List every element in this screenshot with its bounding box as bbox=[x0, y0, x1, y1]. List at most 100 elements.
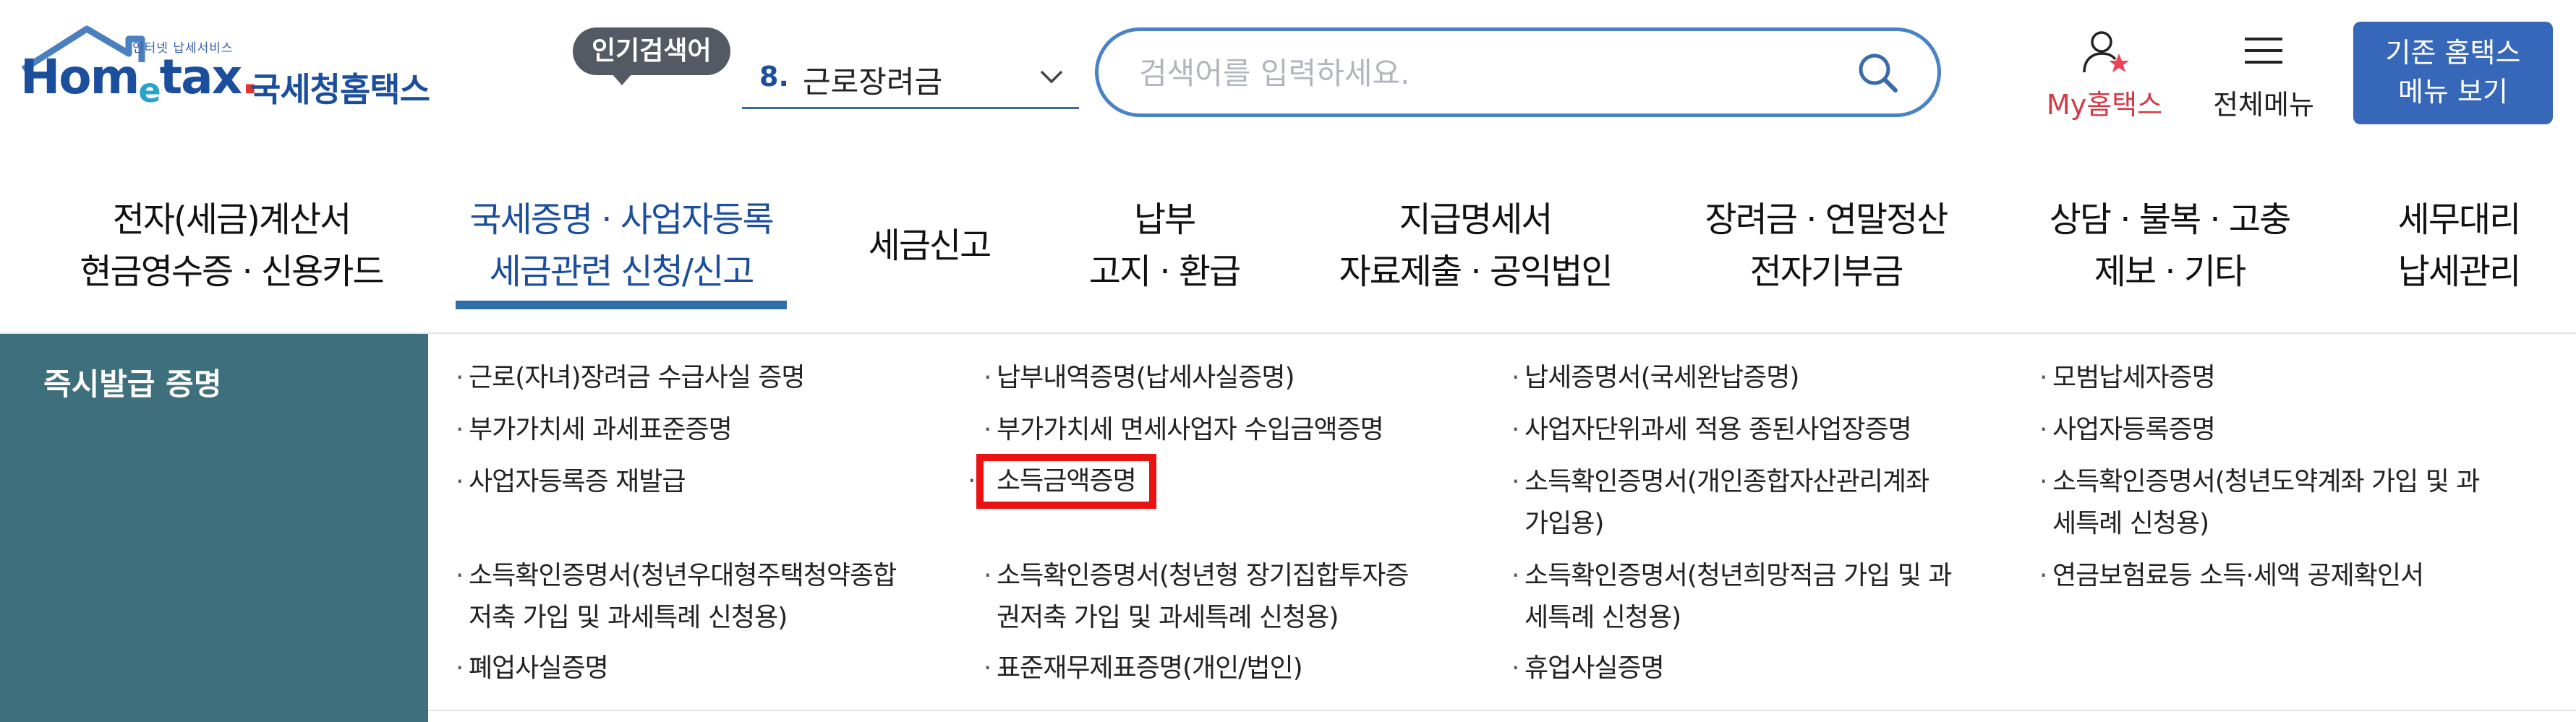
submenu-item-label: 소득확인증명서(청년형 장기집합투자증 권저축 가입 및 과세특례 신청용) bbox=[997, 561, 1409, 632]
logo-wordmark: Hometax. bbox=[20, 49, 259, 110]
popular-search-badge: 인기검색어 bbox=[573, 27, 730, 85]
my-hometax-label: My홈택스 bbox=[2046, 89, 2163, 121]
submenu-item-label: 사업자단위과세 적용 종된사업장증명 bbox=[1524, 415, 1912, 444]
gnb-line2: 제보 · 기타 bbox=[2094, 252, 2246, 292]
gnb-line1: 납부 bbox=[1133, 199, 1196, 240]
gnb-payment[interactable]: 납부 고지 · 환급 bbox=[1041, 194, 1287, 298]
gnb-line1: 지급명세서 bbox=[1399, 199, 1553, 240]
submenu-item[interactable]: · 부가가치세 면세사업자 수입금액증명 bbox=[984, 409, 1384, 451]
gnb-line2: 전자기부금 bbox=[1749, 252, 1904, 292]
bullet: · bbox=[984, 561, 991, 590]
gnb-incentive-settlement[interactable]: 장려금 · 연말정산 전자기부금 bbox=[1685, 194, 1967, 298]
gnb-line1: 세금신고 bbox=[868, 225, 992, 266]
submenu-item[interactable]: · 사업자등록증명 bbox=[2039, 409, 2216, 451]
my-hometax-button[interactable]: My홈택스 bbox=[2025, 26, 2184, 121]
gnb-certificate-registration[interactable]: 국세증명 · 사업자등록 세금관련 신청/신고 bbox=[456, 194, 787, 298]
submenu-item[interactable]: · 연금보험료등 소득·세액 공제확인서 bbox=[2039, 555, 2424, 597]
submenu-item-label: 근로(자녀)장려금 수급사실 증명 bbox=[469, 363, 806, 392]
popular-keyword-select[interactable]: 8. 근로장려금 bbox=[742, 48, 1079, 109]
submenu-category-panel: 즉시발급 증명 bbox=[0, 334, 428, 722]
gnb-payment-statement[interactable]: 지급명세서 자료제출 · 공익법인 bbox=[1316, 194, 1634, 298]
bullet: · bbox=[984, 415, 991, 444]
chevron-down-icon bbox=[1040, 70, 1063, 84]
gnb-line1: 국세증명 · 사업자등록 bbox=[469, 199, 774, 240]
submenu-item[interactable]: · 소득확인증명서(청년우대형주택청약종합 저축 가입 및 과세특례 신청용) bbox=[456, 555, 897, 639]
gnb-line2: 현금영수증 · 신용카드 bbox=[80, 252, 384, 292]
submenu-item[interactable]: · 폐업사실증명 bbox=[456, 648, 609, 689]
submenu-item-income-certificate[interactable]: · 소득금액증명 bbox=[968, 454, 1156, 509]
bullet: · bbox=[1511, 363, 1519, 392]
search-input[interactable] bbox=[1138, 50, 1791, 96]
old-menu-line1: 기존 홈택스 bbox=[2385, 37, 2521, 69]
main-navigation: 전자(세금)계산서 현금영수증 · 신용카드 국세증명 · 사업자등록 세금관련… bbox=[0, 179, 2576, 334]
submenu-item[interactable]: · 소득확인증명서(개인종합자산관리계좌 가입용) bbox=[1511, 461, 1929, 545]
submenu-item[interactable]: · 소득확인증명서(청년희망적금 가입 및 과 세특례 신청용) bbox=[1511, 555, 1952, 639]
submenu-item-label: 부가가치세 면세사업자 수입금액증명 bbox=[997, 415, 1384, 444]
popular-search-label: 인기검색어 bbox=[592, 36, 712, 66]
bullet: · bbox=[456, 363, 464, 392]
submenu-item[interactable]: · 표준재무제표증명(개인/법인) bbox=[984, 648, 1303, 689]
submenu-category-title[interactable]: 즉시발급 증명 bbox=[43, 360, 221, 404]
bullet: · bbox=[2039, 415, 2047, 444]
gnb-e-invoice[interactable]: 전자(세금)계산서 현금영수증 · 신용카드 bbox=[72, 194, 391, 298]
submenu-item[interactable]: · 모범납세자증명 bbox=[2039, 357, 2216, 399]
submenu-item[interactable]: · 사업자단위과세 적용 종된사업장증명 bbox=[1511, 409, 1912, 451]
submenu-item[interactable]: · 사업자등록증 재발급 bbox=[456, 461, 686, 503]
badge-tail bbox=[612, 74, 632, 85]
submenu-divider bbox=[428, 710, 2576, 711]
submenu-item-label: 납세증명서(국세완납증명) bbox=[1524, 363, 1799, 392]
submenu-item[interactable]: · 소득확인증명서(청년형 장기집합투자증 권저축 가입 및 과세특례 신청용) bbox=[984, 555, 1409, 639]
popular-keyword-rank: 8. bbox=[759, 61, 789, 93]
submenu-item-label: 소득확인증명서(개인종합자산관리계좌 가입용) bbox=[1524, 467, 1929, 538]
bullet: · bbox=[984, 363, 991, 392]
popular-keyword-text: 근로장려금 bbox=[803, 64, 943, 100]
submenu-item[interactable]: · 납부내역증명(납세사실증명) bbox=[984, 357, 1295, 399]
logo-name: 국세청홈택스 bbox=[250, 70, 430, 109]
gnb-line1: 장려금 · 연말정산 bbox=[1705, 199, 1949, 240]
submenu-item[interactable]: · 휴업사실증명 bbox=[1511, 648, 1665, 689]
submenu-item-label: 납부내역증명(납세사실증명) bbox=[997, 363, 1295, 392]
gnb-line2: 납세관리 bbox=[2397, 252, 2522, 292]
bullet: · bbox=[968, 466, 976, 496]
search-icon[interactable] bbox=[1855, 50, 1901, 96]
submenu-item-label: 모범납세자증명 bbox=[2052, 363, 2216, 392]
submenu-item-label: 소득확인증명서(청년우대형주택청약종합 저축 가입 및 과세특례 신청용) bbox=[469, 561, 897, 632]
gnb-line1: 전자(세금)계산서 bbox=[112, 199, 352, 240]
submenu-item-label: 사업자등록증명 bbox=[2052, 415, 2216, 444]
submenu-item[interactable]: · 부가가치세 과세표준증명 bbox=[456, 409, 733, 451]
gnb-line2: 고지 · 환급 bbox=[1088, 252, 1241, 292]
bullet: · bbox=[1511, 653, 1519, 683]
submenu-item-label: 소득금액증명 bbox=[997, 466, 1137, 496]
bullet: · bbox=[456, 467, 464, 497]
bullet: · bbox=[456, 561, 464, 590]
submenu-item-label: 소득확인증명서(청년도약계좌 가입 및 과 세특례 신청용) bbox=[2052, 467, 2480, 538]
bullet: · bbox=[2039, 561, 2047, 590]
gnb-consultation[interactable]: 상담 · 불복 · 고충 제보 · 기타 bbox=[2025, 194, 2314, 298]
bullet: · bbox=[1511, 561, 1519, 590]
search-box bbox=[1095, 27, 1941, 117]
gnb-tax-filing[interactable]: 세금신고 bbox=[839, 194, 1020, 272]
submenu-item[interactable]: · 소득확인증명서(청년도약계좌 가입 및 과 세특례 신청용) bbox=[2039, 461, 2480, 545]
all-menu-label: 전체메뉴 bbox=[2213, 89, 2314, 121]
hamburger-menu-icon bbox=[2245, 38, 2282, 64]
user-star-icon bbox=[2083, 31, 2129, 73]
bullet: · bbox=[1511, 467, 1519, 497]
bullet: · bbox=[2039, 363, 2047, 392]
submenu-item-label: 부가가치세 과세표준증명 bbox=[469, 415, 733, 444]
submenu-item[interactable]: · 근로(자녀)장려금 수급사실 증명 bbox=[456, 357, 806, 399]
old-hometax-menu-button[interactable]: 기존 홈택스 메뉴 보기 bbox=[2353, 22, 2553, 124]
submenu-item-label: 표준재무제표증명(개인/법인) bbox=[997, 653, 1303, 683]
gnb-tax-agent[interactable]: 세무대리 납세관리 bbox=[2365, 194, 2553, 298]
submenu-item-label: 소득확인증명서(청년희망적금 가입 및 과 세특례 신청용) bbox=[1524, 561, 1952, 632]
bullet: · bbox=[1511, 415, 1519, 444]
bullet: · bbox=[984, 653, 991, 683]
bullet: · bbox=[456, 653, 464, 683]
all-menu-button[interactable]: 전체메뉴 bbox=[2198, 26, 2329, 121]
submenu-item-label: 연금보험료등 소득·세액 공제확인서 bbox=[2052, 561, 2424, 590]
submenu-item[interactable]: · 납세증명서(국세완납증명) bbox=[1511, 357, 1799, 399]
header: 인터넷 납세서비스 Hometax. 국세청홈택스 인기검색어 8. 근로장려금… bbox=[0, 0, 2576, 145]
bullet: · bbox=[2039, 467, 2047, 497]
bullet: · bbox=[456, 415, 464, 444]
hometax-logo[interactable]: 인터넷 납세서비스 Hometax. 국세청홈택스 bbox=[20, 25, 454, 119]
gnb-line1: 세무대리 bbox=[2397, 199, 2522, 240]
